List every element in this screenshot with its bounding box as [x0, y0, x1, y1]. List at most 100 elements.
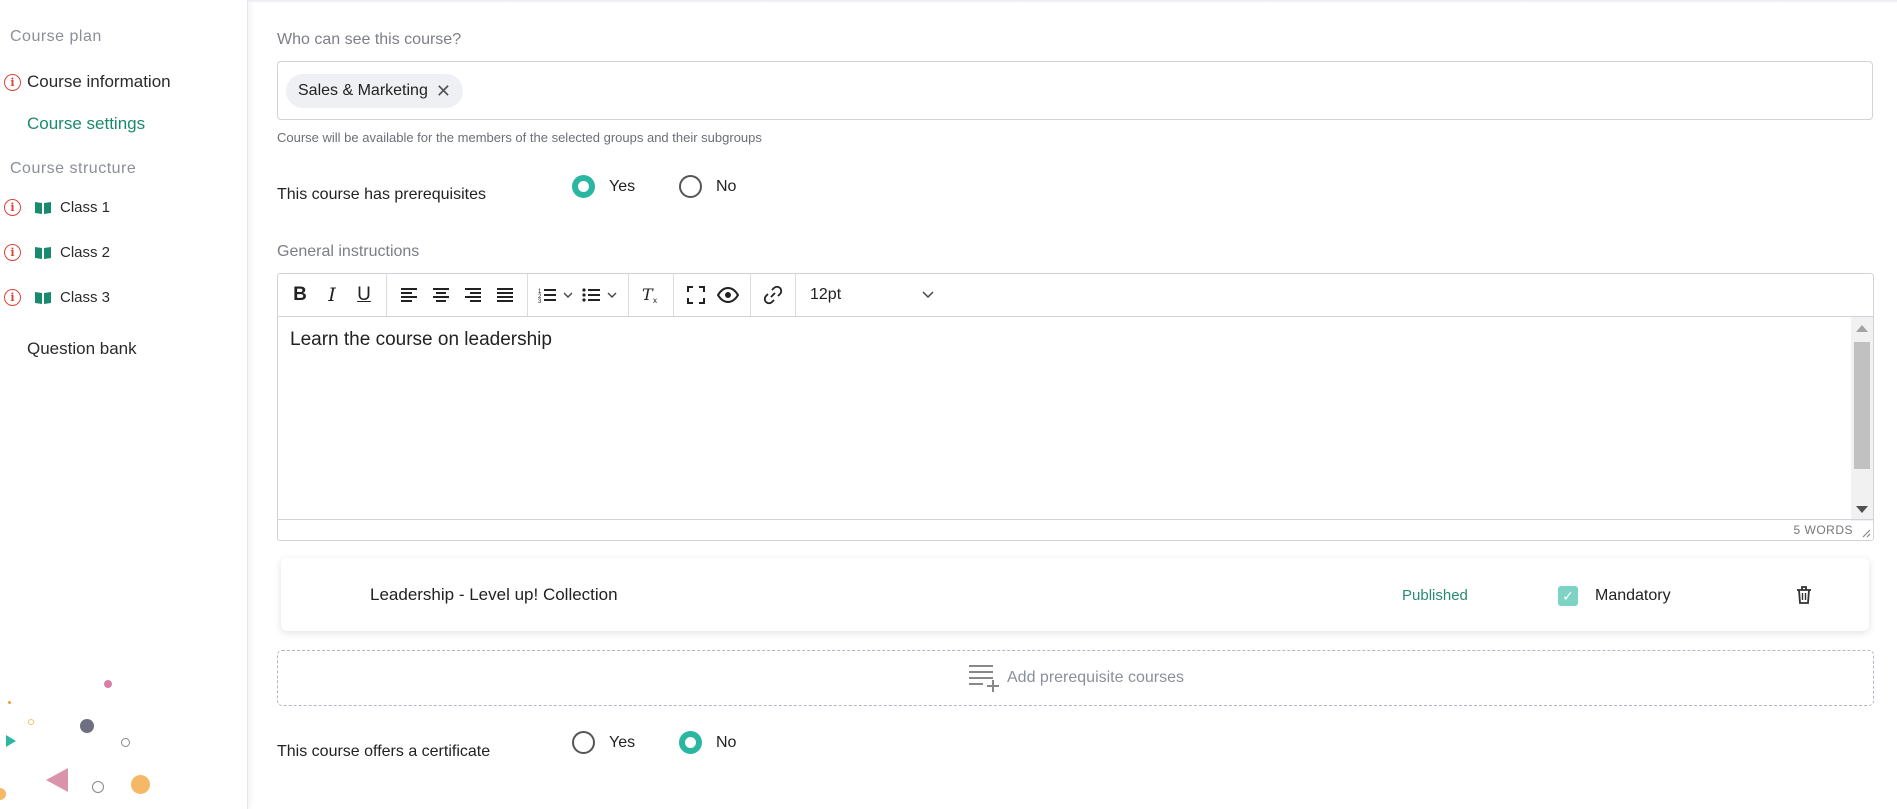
- decoration-dot: [28, 719, 34, 725]
- resize-handle-icon[interactable]: [1861, 528, 1871, 538]
- eye-icon: [717, 287, 739, 303]
- scroll-down-arrow-icon[interactable]: [1856, 506, 1868, 513]
- sidebar-item-course-information[interactable]: i Course information: [0, 72, 171, 92]
- align-left-button[interactable]: [393, 280, 425, 310]
- underline-button[interactable]: U: [348, 280, 380, 310]
- rich-text-editor: B I U 123 T x 12pt Learn the course on l…: [277, 273, 1874, 541]
- group-select-input[interactable]: Sales & Marketing ✕: [277, 61, 1873, 120]
- group-tag-label: Sales & Marketing: [298, 82, 428, 99]
- align-right-button[interactable]: [457, 280, 489, 310]
- sidebar-item-class-3[interactable]: i Class 3: [0, 289, 110, 306]
- sidebar-item-class-1[interactable]: i Class 1: [0, 199, 110, 216]
- sidebar-item-label: Course settings: [27, 114, 146, 133]
- editor-content-area[interactable]: Learn the course on leadership: [278, 317, 1873, 521]
- decoration-dot: [0, 788, 6, 800]
- scroll-thumb[interactable]: [1854, 342, 1870, 469]
- top-divider: [248, 0, 1897, 3]
- clear-format-button[interactable]: Tx: [635, 280, 667, 310]
- editor-toolbar: B I U 123 T x 12pt: [278, 274, 1873, 317]
- status-badge: Published: [1402, 587, 1468, 604]
- align-center-icon: [433, 288, 449, 302]
- course-structure-heading: Course structure: [10, 160, 137, 177]
- decoration-dot: [104, 680, 112, 688]
- fullscreen-icon: [687, 286, 705, 304]
- prerequisites-label: This course has prerequisites: [277, 186, 486, 203]
- prerequisites-no-radio[interactable]: No: [679, 175, 736, 198]
- instructions-label: General instructions: [277, 243, 420, 260]
- bullet-list-button[interactable]: [578, 280, 622, 310]
- sidebar-item-label: Class 3: [60, 289, 111, 306]
- add-prerequisite-button[interactable]: Add prerequisite courses: [277, 650, 1874, 706]
- certificate-no-radio[interactable]: No: [679, 731, 736, 754]
- bold-button[interactable]: B: [284, 280, 316, 310]
- font-size-select[interactable]: 12pt: [796, 280, 946, 310]
- course-plan-heading: Course plan: [10, 28, 102, 45]
- radio-selected-icon: [572, 175, 595, 198]
- prerequisite-course-title: Leadership - Level up! Collection: [370, 585, 618, 604]
- italic-button[interactable]: I: [316, 280, 348, 310]
- radio-unselected-icon: [679, 175, 702, 198]
- clear-format-icon: Tx: [642, 286, 657, 304]
- mandatory-checkbox[interactable]: ✓: [1558, 586, 1578, 606]
- decoration-dot: [80, 719, 94, 733]
- decoration-triangle: [6, 735, 16, 747]
- warning-icon: i: [4, 73, 21, 91]
- svg-text:x: x: [653, 296, 657, 304]
- align-center-button[interactable]: [425, 280, 457, 310]
- sidebar-item-label: Course information: [27, 72, 171, 91]
- sidebar-item-class-2[interactable]: i Class 2: [0, 244, 110, 261]
- view-group: [674, 274, 751, 316]
- book-icon: [35, 247, 51, 259]
- mandatory-label: Mandatory: [1595, 587, 1671, 604]
- visibility-hint: Course will be available for the members…: [277, 130, 762, 145]
- chevron-down-icon: [922, 291, 934, 299]
- svg-text:3: 3: [538, 299, 542, 303]
- list-group: 123: [528, 274, 629, 316]
- underline-icon: U: [357, 284, 371, 305]
- editor-statusbar: 5 WORDS: [278, 519, 1873, 540]
- sidebar-item-question-bank[interactable]: Question bank: [27, 339, 137, 359]
- align-right-icon: [465, 288, 481, 302]
- group-tag: Sales & Marketing ✕: [286, 74, 463, 108]
- warning-icon: i: [4, 199, 21, 216]
- numbered-list-button[interactable]: 123: [534, 280, 578, 310]
- warning-icon: i: [4, 289, 21, 306]
- justify-icon: [497, 288, 513, 302]
- decoration-dot: [131, 775, 150, 794]
- link-group: [751, 274, 796, 316]
- link-icon: [763, 285, 783, 305]
- bold-icon: B: [293, 284, 307, 305]
- radio-label: No: [716, 733, 737, 751]
- radio-selected-icon: [679, 731, 702, 754]
- add-prerequisite-label: Add prerequisite courses: [1007, 669, 1184, 686]
- editor-scrollbar[interactable]: [1851, 317, 1873, 521]
- book-icon: [35, 202, 51, 214]
- decoration-dot: [92, 781, 104, 793]
- sidebar-item-course-settings[interactable]: Course settings: [27, 114, 145, 134]
- bullet-list-icon: [582, 288, 617, 302]
- remove-tag-icon[interactable]: ✕: [436, 82, 451, 100]
- font-size-value: 12pt: [810, 286, 842, 303]
- check-icon: ✓: [1562, 587, 1574, 604]
- certificate-label: This course offers a certificate: [277, 743, 491, 760]
- decoration-dot: [8, 701, 11, 704]
- justify-button[interactable]: [489, 280, 521, 310]
- preview-button[interactable]: [712, 280, 744, 310]
- fullscreen-button[interactable]: [680, 280, 712, 310]
- warning-icon: i: [4, 244, 21, 261]
- radio-label: No: [716, 177, 737, 195]
- trash-icon[interactable]: [1795, 585, 1813, 605]
- radio-unselected-icon: [572, 731, 595, 754]
- align-left-icon: [401, 288, 417, 302]
- link-button[interactable]: [757, 280, 789, 310]
- prerequisite-course-card: Leadership - Level up! Collection Publis…: [281, 558, 1869, 631]
- certificate-yes-radio[interactable]: Yes: [572, 731, 635, 754]
- sidebar-item-label: Class 2: [60, 244, 111, 261]
- decoration-triangle: [46, 768, 68, 792]
- numbered-list-icon: 123: [538, 289, 573, 303]
- editor-text: Learn the course on leadership: [290, 329, 552, 350]
- sidebar: Course plan i Course information Course …: [0, 0, 248, 809]
- prerequisites-yes-radio[interactable]: Yes: [572, 175, 635, 198]
- scroll-up-arrow-icon[interactable]: [1856, 325, 1868, 332]
- decoration-dot: [121, 738, 130, 747]
